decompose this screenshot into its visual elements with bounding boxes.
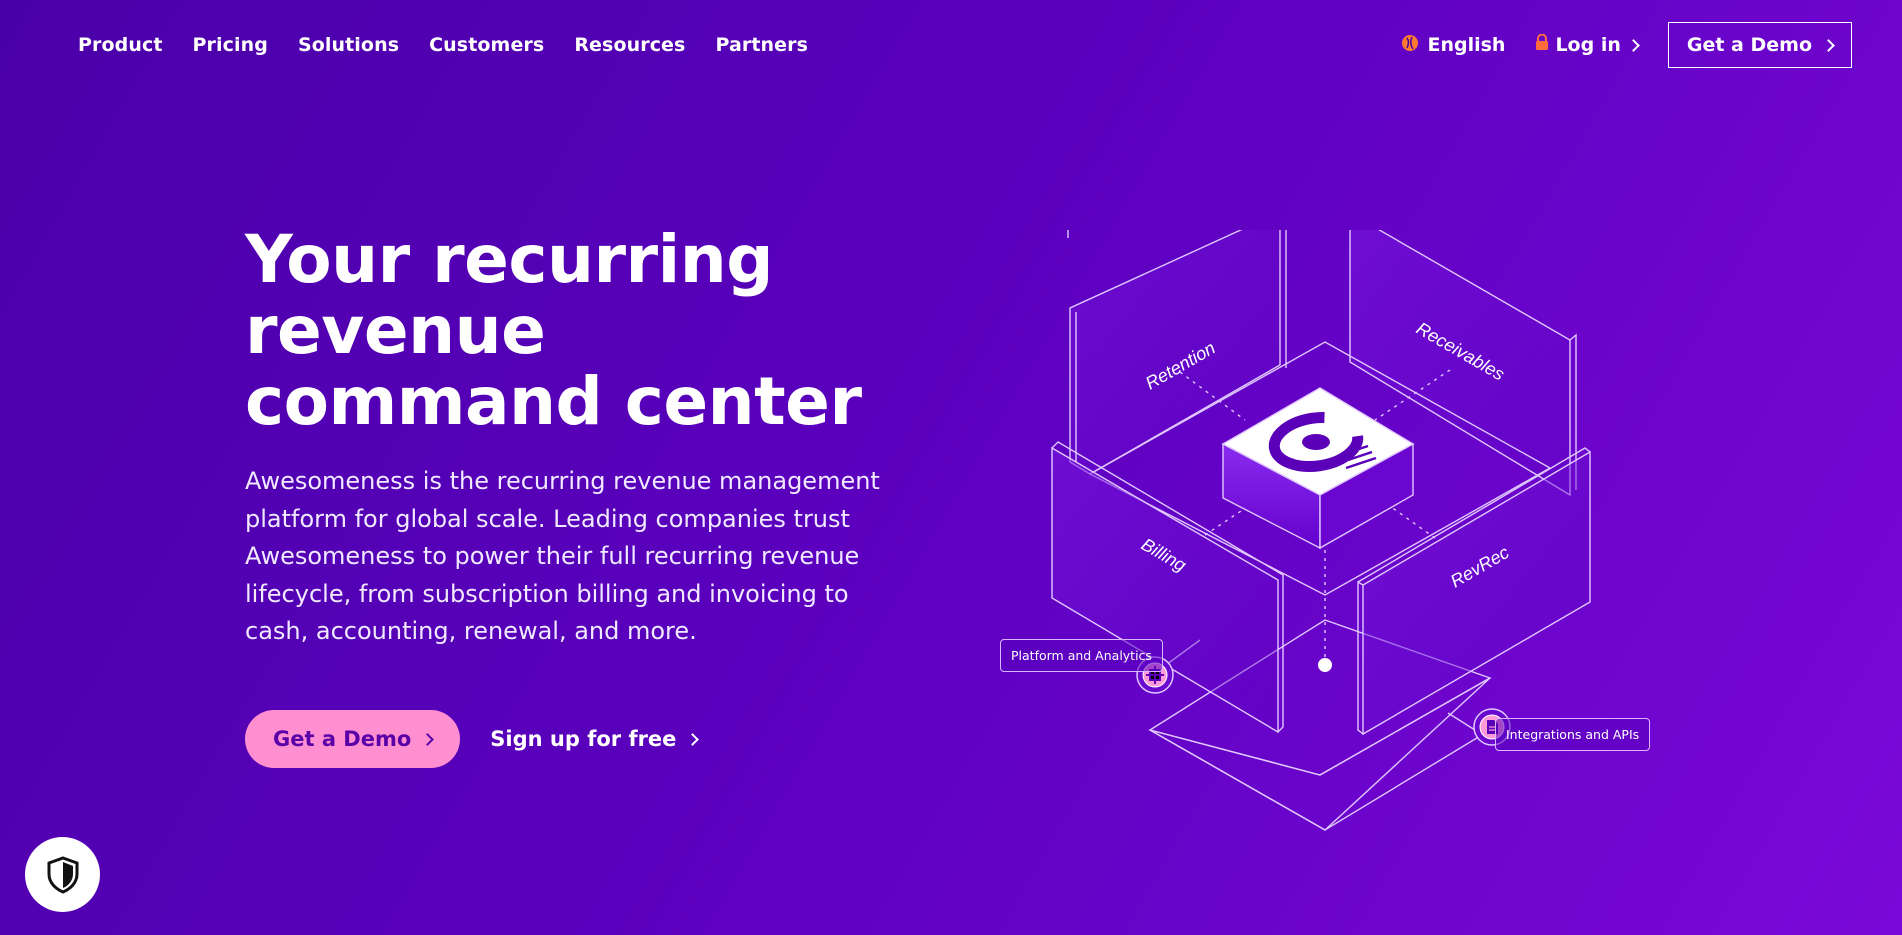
nav-customers[interactable]: Customers [429, 34, 544, 56]
sign-up-label: Sign up for free [490, 727, 677, 751]
chevron-right-icon [1822, 38, 1835, 52]
callout-platform-analytics: Platform and Analytics [1000, 639, 1163, 672]
nav-actions: English Log in Get a Demo [1401, 22, 1852, 68]
get-demo-label: Get a Demo [273, 727, 412, 751]
logo-cube [1221, 387, 1415, 550]
shield-icon [47, 855, 78, 894]
main-nav: Product Pricing Solutions Customers Reso… [78, 34, 808, 56]
nav-resources[interactable]: Resources [574, 34, 685, 56]
chevron-right-icon [686, 732, 700, 746]
language-label: English [1427, 34, 1506, 56]
sign-up-link[interactable]: Sign up for free [490, 727, 700, 751]
globe-icon [1401, 34, 1419, 57]
language-selector[interactable]: English [1401, 34, 1505, 57]
login-label: Log in [1555, 34, 1621, 56]
floor-plate-lower [1149, 677, 1491, 831]
nav-demo-label: Get a Demo [1686, 34, 1812, 56]
isometric-diagram: Retention Receivables Billing RevRec [1051, 209, 1591, 831]
nav-demo-button[interactable]: Get a Demo [1667, 22, 1852, 68]
login-link[interactable]: Log in [1535, 33, 1640, 56]
anchor-dot [1318, 658, 1332, 672]
chevron-right-icon [1627, 38, 1640, 52]
platform-illustration: Retention Receivables Billing RevRec Pla… [980, 209, 1680, 860]
nav-pricing[interactable]: Pricing [193, 34, 268, 56]
nav-solutions[interactable]: Solutions [298, 34, 399, 56]
hero-description: Awesomeness is the recurring revenue man… [245, 467, 880, 645]
connector-integrations [1447, 712, 1476, 731]
nav-product[interactable]: Product [78, 34, 163, 56]
lock-icon [1535, 33, 1549, 56]
chevron-right-icon [421, 732, 435, 746]
privacy-shield-button[interactable] [25, 837, 100, 912]
cta-row: Get a Demo Sign up for free [245, 710, 700, 768]
get-demo-button[interactable]: Get a Demo [245, 710, 461, 768]
hero-title: Your recurring revenue command center [245, 221, 862, 440]
nav-partners[interactable]: Partners [715, 34, 808, 56]
callout-integrations-apis: Integrations and APIs [1495, 718, 1651, 751]
